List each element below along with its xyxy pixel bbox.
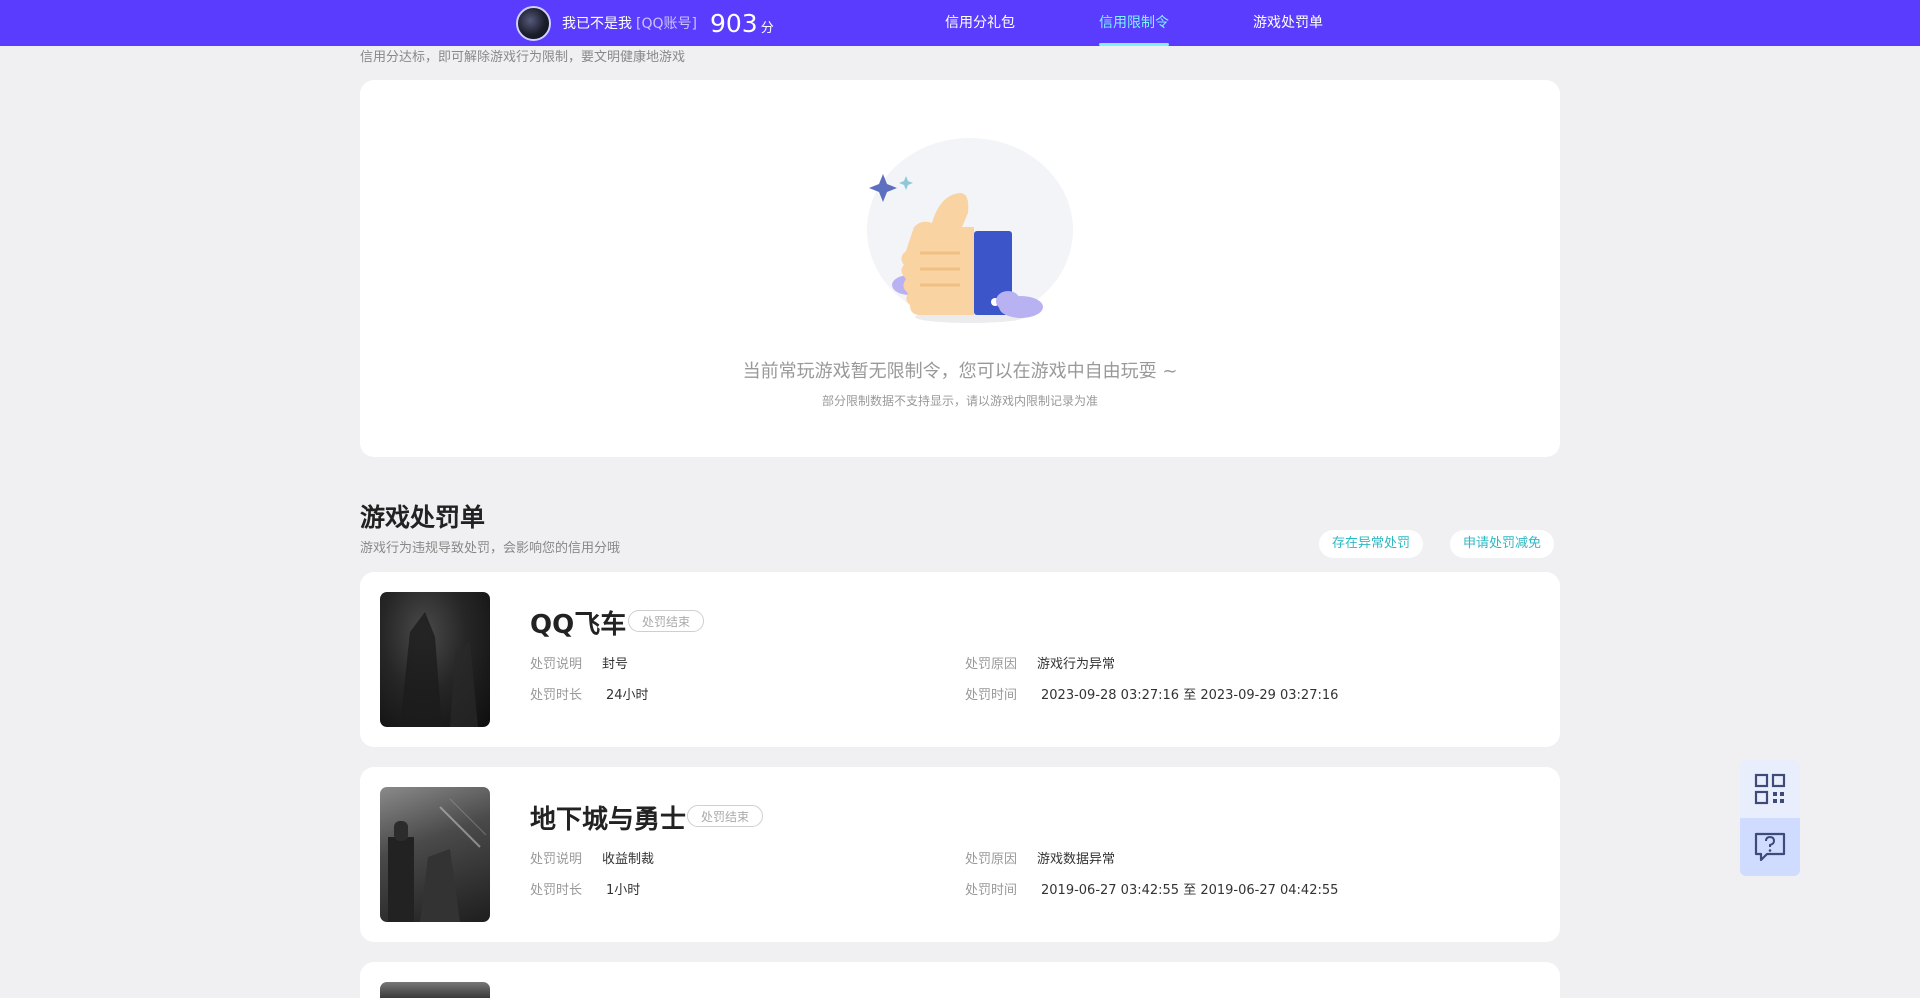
desc-label: 处罚说明 [530, 657, 583, 672]
game-art-image [388, 798, 487, 922]
penalty-section-title: 游戏处罚单 [360, 503, 486, 532]
empty-state-note: 部分限制数据不支持显示，请以游戏内限制记录为准 [821, 394, 1098, 408]
time-value: 2019-06-27 03:42:55 至 2019-06-27 04:42:5… [1041, 883, 1339, 898]
nav-credit-gift[interactable]: 信用分礼包 [945, 0, 1015, 46]
game-name: QQ飞车 [530, 610, 627, 640]
time-label: 处罚时间 [965, 688, 1018, 703]
desc-value: 收益制裁 [602, 852, 655, 867]
duration-label: 处罚时长 [530, 883, 583, 898]
avatar[interactable] [516, 5, 551, 41]
penalty-description: 游戏行为违规导致处罚，会影响您的信用分哦 [360, 541, 621, 556]
game-thumbnail [380, 982, 490, 998]
help-feedback-button[interactable] [1740, 818, 1800, 876]
duration-value: 1小时 [606, 883, 641, 898]
duration-value: 24小时 [606, 688, 649, 703]
status-badge: 处罚结束 [687, 805, 764, 827]
desc-label: 处罚说明 [530, 852, 583, 867]
user-info: 我已不是我 [QQ账号] 903 分 [516, 5, 774, 41]
qr-code-button[interactable] [1740, 760, 1800, 818]
thumbs-up-illustration [867, 138, 1073, 323]
apply-reduction-button[interactable]: 申请处罚减免 [1450, 530, 1555, 558]
penalty-card[interactable]: QQ飞车 处罚结束 处罚说明 封号 处罚时长 24小时 处罚原因 游戏行为异常 … [360, 572, 1560, 747]
nav-game-penalty[interactable]: 游戏处罚单 [1253, 0, 1323, 46]
abnormal-penalty-button[interactable]: 存在异常处罚 [1319, 530, 1424, 558]
score-unit: 分 [760, 20, 774, 36]
top-nav-bar: 我已不是我 [QQ账号] 903 分 信用分礼包 信用限制令 游戏处罚单 [0, 0, 1920, 46]
username: 我已不是我 [562, 16, 632, 32]
reason-label: 处罚原因 [965, 657, 1018, 672]
game-art-image [400, 612, 478, 727]
time-value: 2023-09-28 03:27:16 至 2023-09-29 03:27:1… [1041, 688, 1339, 703]
empty-state-message: 当前常玩游戏暂无限制令，您可以在游戏中自由玩耍 ~ [742, 361, 1178, 382]
restriction-empty-card: 当前常玩游戏暂无限制令，您可以在游戏中自由玩耍 ~ 部分限制数据不支持显示，请以… [360, 80, 1560, 457]
penalty-card[interactable]: 地下城与勇士 处罚结束 处罚说明 收益制裁 处罚时长 1小时 处罚原因 游戏数据… [360, 767, 1560, 942]
penalty-card[interactable] [360, 962, 1560, 998]
game-name: 地下城与勇士 [530, 805, 687, 835]
desc-value: 封号 [602, 657, 629, 672]
time-label: 处罚时间 [965, 883, 1018, 898]
qr-code-icon [1754, 773, 1786, 805]
reason-value: 游戏数据异常 [1037, 852, 1116, 867]
credit-score: 903 [709, 8, 758, 38]
reason-label: 处罚原因 [965, 852, 1018, 867]
duration-label: 处罚时长 [530, 688, 583, 703]
game-thumbnail [380, 787, 490, 922]
reason-value: 游戏行为异常 [1037, 657, 1116, 672]
help-feedback-icon [1754, 832, 1786, 862]
restriction-description: 信用分达标，即可解除游戏行为限制，要文明健康地游戏 [360, 50, 686, 65]
account-type: [QQ账号] [636, 16, 697, 32]
game-thumbnail [380, 592, 490, 727]
nav-credit-restriction[interactable]: 信用限制令 [1099, 0, 1169, 46]
status-badge: 处罚结束 [628, 610, 705, 632]
